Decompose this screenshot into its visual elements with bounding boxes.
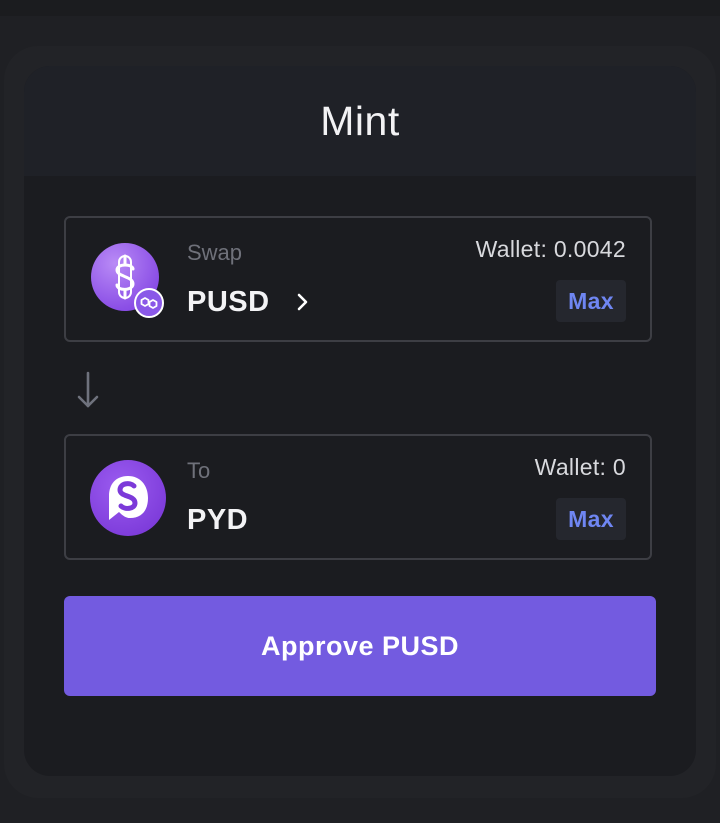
from-token-selector[interactable]: PUSD (182, 280, 312, 324)
swap-to-box: To PYD Wallet: 0 Max (64, 434, 652, 560)
polygon-chain-icon (134, 288, 164, 318)
from-wallet-balance: Wallet: 0.0042 (475, 236, 626, 262)
card-header: Mint (24, 66, 696, 176)
to-max-button[interactable]: Max (556, 498, 626, 540)
swap-from-box: Swap PUSD Wallet: 0.0042 Max (64, 216, 652, 342)
from-token-name: PUSD (187, 285, 270, 318)
from-max-button[interactable]: Max (556, 280, 626, 322)
page-title: Mint (320, 97, 400, 144)
swap-label: Swap (187, 240, 243, 265)
to-token-name: PYD (187, 504, 249, 536)
to-wallet-balance: Wallet: 0 (534, 454, 626, 480)
to-label: To (187, 458, 211, 483)
arrow-down-icon (77, 371, 99, 408)
top-strip (0, 0, 720, 16)
approve-button[interactable]: Approve PUSD (64, 596, 656, 696)
mint-card: Mint Swap PUSD Wallet: 0.0042 Max To PYD… (24, 66, 696, 776)
chevron-right-icon (297, 293, 307, 311)
pyd-logo-icon (90, 460, 166, 536)
